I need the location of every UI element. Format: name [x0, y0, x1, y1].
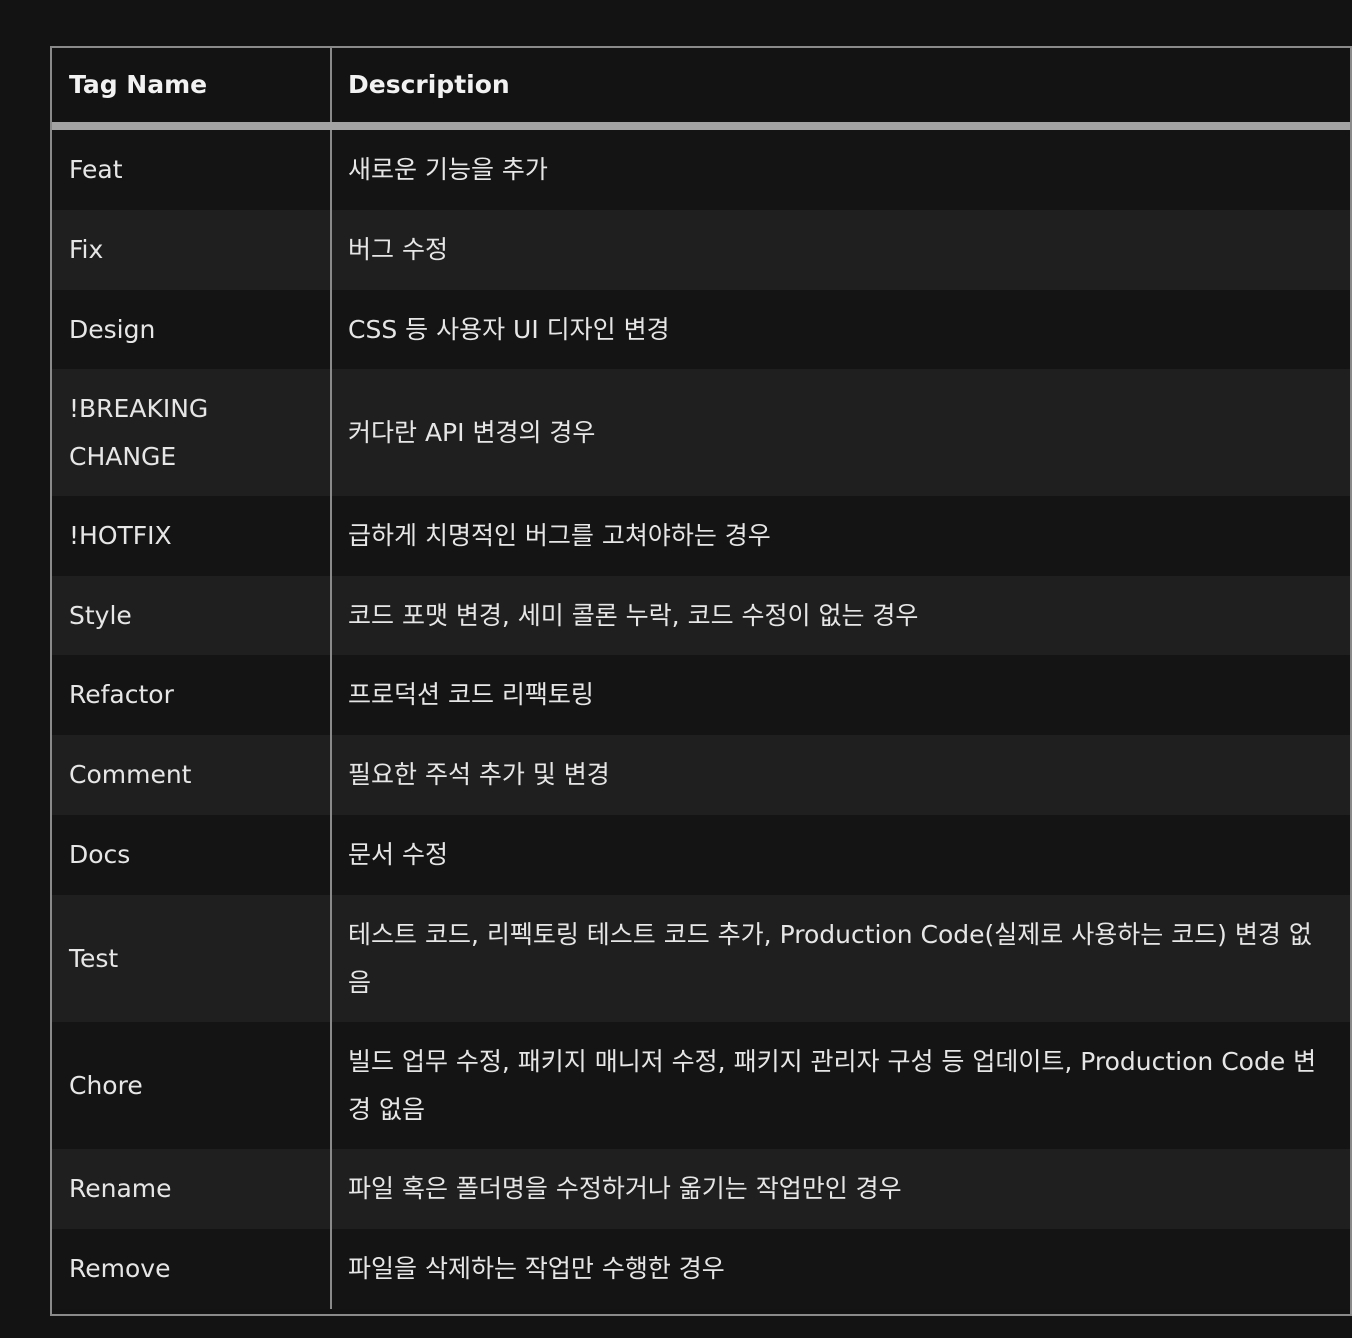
tag-cell: Style	[52, 576, 332, 655]
commit-tag-table: Tag Name Description Feat 새로운 기능을 추가 Fix…	[50, 46, 1352, 1316]
description-cell: 코드 포맷 변경, 세미 콜론 누락, 코드 수정이 없는 경우	[348, 600, 919, 630]
table-row: Rename 파일 혹은 폴더명을 수정하거나 옮기는 작업만인 경우	[52, 1149, 1350, 1229]
tag-cell: Comment	[52, 735, 332, 815]
description-cell: 버그 수정	[348, 235, 448, 264]
table-row: Feat 새로운 기능을 추가	[52, 130, 1350, 210]
tag-cell: !BREAKING CHANGE	[52, 369, 332, 496]
description-cell: 새로운 기능을 추가	[348, 155, 548, 184]
tag-cell: Feat	[52, 130, 332, 210]
tag-cell: Docs	[52, 815, 332, 895]
tag-cell: Test	[52, 895, 332, 1022]
table-row: Test 테스트 코드, 리펙토링 테스트 코드 추가, Production …	[52, 895, 1350, 1022]
table-row: !BREAKING CHANGE 커다란 API 변경의 경우	[52, 369, 1350, 496]
table-row: Refactor 프로덕션 코드 리팩토링	[52, 655, 1350, 735]
description-cell: 급하게 치명적인 버그를 고쳐야하는 경우	[348, 521, 771, 550]
table-row: Docs 문서 수정	[52, 815, 1350, 895]
description-cell: 테스트 코드, 리펙토링 테스트 코드 추가, Production Code(…	[348, 919, 1312, 997]
description-cell: 파일 혹은 폴더명을 수정하거나 옮기는 작업만인 경우	[348, 1174, 902, 1203]
tag-cell: Remove	[52, 1229, 332, 1309]
table-header-row: Tag Name Description	[52, 48, 1350, 130]
tag-cell: !HOTFIX	[52, 496, 332, 576]
description-cell: 문서 수정	[348, 840, 448, 869]
header-tag-name: Tag Name	[52, 48, 332, 122]
table-row: Style 코드 포맷 변경, 세미 콜론 누락, 코드 수정이 없는 경우	[52, 576, 1350, 655]
header-description: Description	[348, 70, 510, 99]
table-row: Chore 빌드 업무 수정, 패키지 매니저 수정, 패키지 관리자 구성 등…	[52, 1022, 1350, 1149]
tag-cell: Rename	[52, 1149, 332, 1229]
description-cell: 필요한 주석 추가 및 변경	[348, 760, 610, 789]
table-row: Comment 필요한 주석 추가 및 변경	[52, 735, 1350, 815]
description-cell: 빌드 업무 수정, 패키지 매니저 수정, 패키지 관리자 구성 등 업데이트,…	[348, 1046, 1317, 1124]
tag-cell: Chore	[52, 1022, 332, 1149]
table-row: Fix 버그 수정	[52, 210, 1350, 290]
table-row: Remove 파일을 삭제하는 작업만 수행한 경우	[52, 1229, 1350, 1309]
description-cell: 파일을 삭제하는 작업만 수행한 경우	[348, 1254, 725, 1283]
description-cell: 커다란 API 변경의 경우	[348, 417, 596, 447]
table-row: Design CSS 등 사용자 UI 디자인 변경	[52, 290, 1350, 369]
tag-cell: Design	[52, 290, 332, 369]
tag-cell: Fix	[52, 210, 332, 290]
description-cell: CSS 등 사용자 UI 디자인 변경	[348, 314, 670, 344]
description-cell: 프로덕션 코드 리팩토링	[348, 680, 594, 709]
table-row: !HOTFIX 급하게 치명적인 버그를 고쳐야하는 경우	[52, 496, 1350, 576]
tag-cell: Refactor	[52, 655, 332, 735]
